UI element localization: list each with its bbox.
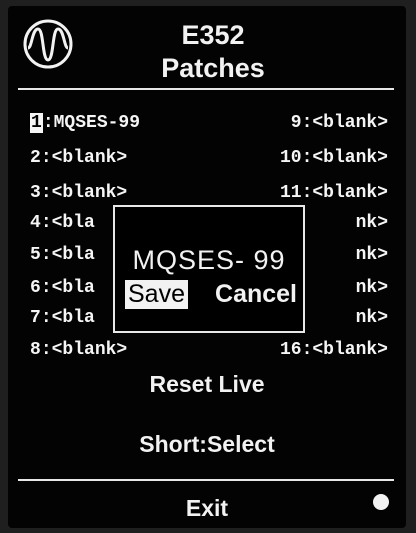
patch-slot-label: :<bla <box>40 278 95 298</box>
reset-live-button[interactable]: Reset Live <box>8 370 406 398</box>
page-title: E352 <box>181 20 245 50</box>
patch-slot-3[interactable]: 3:<blank> <box>30 182 127 204</box>
short-select-hint: Short:Select <box>139 431 275 457</box>
patch-slot-13[interactable]: nk> <box>356 244 388 266</box>
patch-slot-label: :<blank> <box>40 148 128 168</box>
patch-slot-number: 3 <box>30 183 41 203</box>
status-led-icon <box>373 494 389 510</box>
patch-slot-10[interactable]: 10:<blank> <box>280 147 388 169</box>
patch-slot-number: 4 <box>30 213 41 233</box>
save-patch-dialog: MQSES- 99 Save Cancel <box>113 205 305 333</box>
patch-slot-number: 7 <box>30 308 41 328</box>
patch-slot-11[interactable]: 11:<blank> <box>280 182 388 204</box>
patch-slot-16[interactable]: 16:<blank> <box>280 339 388 361</box>
patch-slot-number: 5 <box>30 245 41 265</box>
patch-slot-number: 2 <box>30 148 41 168</box>
sine-wave-logo-icon <box>23 19 73 69</box>
patch-slot-label: :<bla <box>40 213 95 233</box>
patch-slot-number: 6 <box>30 278 41 298</box>
patch-slot-9[interactable]: 9:<blank> <box>291 112 388 134</box>
dialog-patch-name: MQSES- 99 <box>132 245 286 275</box>
patch-slot-4[interactable]: 4:<bla <box>30 212 95 234</box>
save-button[interactable]: Save <box>125 280 188 309</box>
patch-slot-6[interactable]: 6:<bla <box>30 277 95 299</box>
patch-slot-1[interactable]: 1:MQSES-99 <box>30 112 140 134</box>
exit-button[interactable]: Exit <box>8 494 406 522</box>
patch-slot-2[interactable]: 2:<blank> <box>30 147 127 169</box>
header: E352 Patches <box>8 6 406 90</box>
patch-slot-7[interactable]: 7:<bla <box>30 307 95 329</box>
patch-slot-label: :MQSES-99 <box>42 113 141 133</box>
page-subtitle: Patches <box>161 53 265 83</box>
footer-divider <box>18 479 394 481</box>
patch-slot-label: :<bla <box>40 308 95 328</box>
patch-slot-5[interactable]: 5:<bla <box>30 244 95 266</box>
patch-slot-label: :<blank> <box>40 340 128 360</box>
patch-slot-number: 1 <box>30 113 43 133</box>
patch-slot-number: 8 <box>30 340 41 360</box>
patch-slot-15[interactable]: nk> <box>356 307 388 329</box>
patch-slot-label: :<bla <box>40 245 95 265</box>
header-divider <box>18 88 394 90</box>
patch-slot-8[interactable]: 8:<blank> <box>30 339 127 361</box>
patch-slot-12[interactable]: nk> <box>356 212 388 234</box>
patch-slot-label: :<blank> <box>40 183 128 203</box>
oled-screen: E352 Patches 1:MQSES-99 2:<blank> 3:<bla… <box>8 6 406 528</box>
patch-slot-14[interactable]: nk> <box>356 277 388 299</box>
cancel-button[interactable]: Cancel <box>215 280 297 309</box>
